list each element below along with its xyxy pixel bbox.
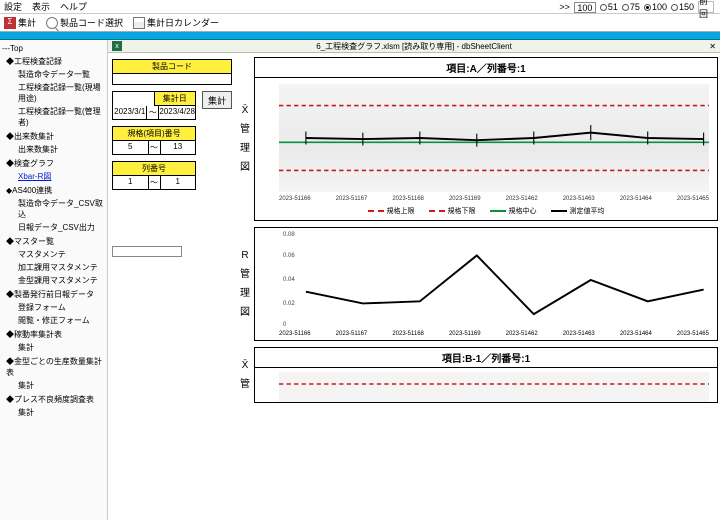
sidebar-group-0[interactable]: ◆工程検査記録 <box>6 56 105 67</box>
sidebar-item[interactable]: 集計 <box>18 380 105 391</box>
chart1-plot: 2023-511662023-511672023-511682023-51169… <box>279 84 709 192</box>
aggregate-button[interactable]: 集計 <box>202 91 232 109</box>
sidebar: ---Top ◆工程検査記録 製造命令データ一覧 工程検査記録一覧(現場用途) … <box>0 40 108 520</box>
chart3-axis-label: X̄管 <box>236 347 254 403</box>
chart1-title: 項目:A／列番号:1 <box>255 58 717 78</box>
filter-spec: 規格(項目)番号 5 〜 13 <box>112 126 196 155</box>
filter-spec-to[interactable]: 13 <box>161 141 196 154</box>
filter-date-from[interactable]: 2023/3/1 <box>113 106 147 119</box>
filter-date: 集計日 2023/3/1 〜 2023/4/28 <box>112 91 196 120</box>
filter-code: 製品コード <box>112 59 232 85</box>
filter-col-to[interactable]: 1 <box>161 176 196 189</box>
sidebar-group-6[interactable]: ◆稼動率集計表 <box>6 329 105 340</box>
restore-button[interactable]: 前回 <box>698 1 714 13</box>
filter-col-caption: 列番号 <box>113 162 195 176</box>
chart2-plot: 0.080.060.040.020 2023-511662023-5116720… <box>279 232 709 328</box>
toolbar: Σ 集計 製品コード選択 集計日カレンダー <box>0 14 720 32</box>
sidebar-top[interactable]: ---Top <box>2 44 105 53</box>
sidebar-item[interactable]: 集計 <box>18 407 105 418</box>
chart-r: 0.080.060.040.020 2023-511662023-5116720… <box>254 227 718 341</box>
sidebar-group-5[interactable]: ◆製番発行前日報データ <box>6 289 105 300</box>
zoom-value[interactable]: 100 <box>574 2 596 13</box>
filter-spec-caption: 規格(項目)番号 <box>113 127 195 141</box>
zoom-51[interactable]: 51 <box>600 2 618 12</box>
chart-xbar: 項目:A／列番号:1 <box>254 57 718 221</box>
chart1-axis-label: X̄管理図 <box>236 57 254 221</box>
sidebar-group-4[interactable]: ◆マスター覧 <box>6 236 105 247</box>
close-icon[interactable]: ✕ <box>709 42 716 51</box>
sidebar-item-current[interactable]: Xbar-R図 <box>18 171 105 182</box>
sidebar-group-3[interactable]: ◆AS400連携 <box>6 185 105 196</box>
menu-settings[interactable]: 設定 <box>4 0 22 13</box>
menu-view[interactable]: 表示 <box>32 0 50 13</box>
sidebar-item[interactable]: 製造命令データ_CSV取込 <box>18 198 105 220</box>
chart3-plot <box>279 372 709 402</box>
chart3-title: 項目:B-1／列番号:1 <box>255 348 717 368</box>
menu-help[interactable]: ヘルプ <box>60 0 87 13</box>
sidebar-group-1[interactable]: ◆出来数集計 <box>6 131 105 142</box>
sidebar-item[interactable]: 集計 <box>18 342 105 353</box>
doc-header: x 6_工程検査グラフ.xlsm [読み取り専用] - dbSheetClien… <box>108 40 720 53</box>
sidebar-group-2[interactable]: ◆検査グラフ <box>6 158 105 169</box>
zoom-150[interactable]: 150 <box>671 2 694 12</box>
zoom-controls: >> 100 51 75 100 150 前回 <box>559 1 714 13</box>
sidebar-item[interactable]: 出来数集計 <box>18 144 105 155</box>
filter-panel: 製品コード 集計日 2023/3/1 〜 2023/4/28 <box>108 53 236 520</box>
chart-xbar-b1: 項目:B-1／列番号:1 <box>254 347 718 403</box>
sidebar-item[interactable]: 加工課用マスタメンテ <box>18 262 105 273</box>
filter-spec-from[interactable]: 5 <box>113 141 149 154</box>
filter-col-from[interactable]: 1 <box>113 176 149 189</box>
filter-code-value[interactable] <box>113 74 231 84</box>
sidebar-item[interactable]: マスタメンテ <box>18 249 105 260</box>
menubar: 設定 表示 ヘルプ >> 100 51 75 100 150 前回 <box>0 0 720 14</box>
sidebar-item[interactable]: 登録フォーム <box>18 302 105 313</box>
doc-mode: [読み取り専用] <box>402 41 454 52</box>
sidebar-item[interactable]: 工程検査記録一覧(現場用途) <box>18 82 105 104</box>
sidebar-item[interactable]: 製造命令データ一覧 <box>18 69 105 80</box>
sidebar-item[interactable]: 工程検査記録一覧(管理者) <box>18 106 105 128</box>
sidebar-group-7[interactable]: ◆金型ごとの生産数量集計表 <box>6 356 105 378</box>
accent-bar <box>0 32 720 40</box>
excel-icon: x <box>112 41 122 51</box>
sidebar-item[interactable]: 日報データ_CSV出力 <box>18 222 105 233</box>
sigma-icon: Σ <box>4 17 16 29</box>
search-icon <box>46 17 58 29</box>
filter-date-caption: 集計日 <box>155 92 196 106</box>
cell-selector[interactable] <box>112 246 182 257</box>
toolbar-aggregate[interactable]: Σ 集計 <box>4 16 36 29</box>
sidebar-group-8[interactable]: ◆プレス不良頻度調査表 <box>6 394 105 405</box>
doc-app: dbSheetClient <box>462 42 512 51</box>
zoom-75[interactable]: 75 <box>622 2 640 12</box>
toolbar-calendar[interactable]: 集計日カレンダー <box>133 16 219 29</box>
filter-col: 列番号 1 〜 1 <box>112 161 196 190</box>
filter-code-caption: 製品コード <box>113 60 231 74</box>
chart2-axis-label: R管理図 <box>236 227 254 341</box>
charts-area: X̄管理図 項目:A／列番号:1 <box>236 53 720 520</box>
calendar-icon <box>133 17 145 29</box>
sidebar-item[interactable]: 金型課用マスタメンテ <box>18 275 105 286</box>
doc-filename: 6_工程検査グラフ.xlsm <box>316 41 400 52</box>
filter-date-to[interactable]: 2023/4/28 <box>159 106 195 119</box>
zoom-100[interactable]: 100 <box>644 2 667 12</box>
sidebar-item[interactable]: 閲覧・修正フォーム <box>18 315 105 326</box>
toolbar-select-code[interactable]: 製品コード選択 <box>46 16 123 29</box>
